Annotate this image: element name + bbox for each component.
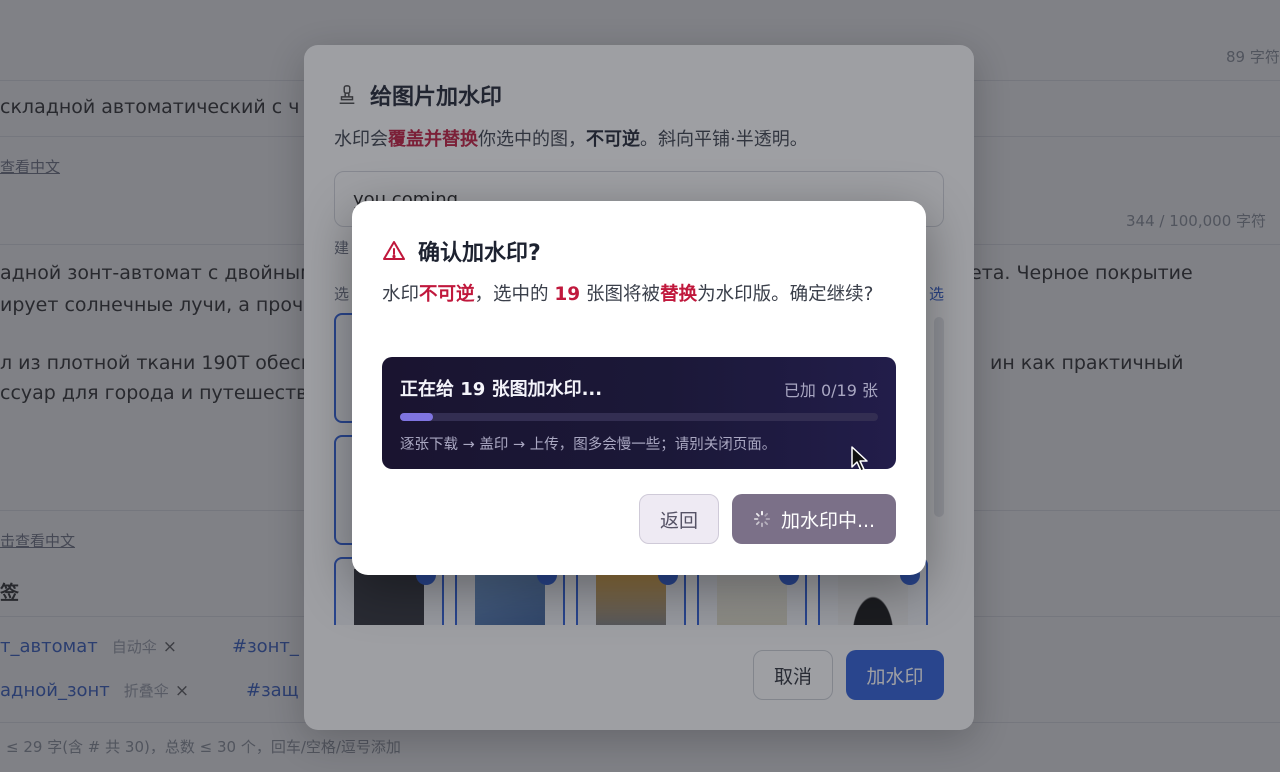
progress-note: 逐张下载 → 盖印 → 上传，图多会慢一些；请别关闭页面。	[400, 437, 777, 453]
confirm-message: 水印不可逆，选中的 19 张图将被替换为水印版。确定继续?	[382, 284, 874, 305]
confirm-dialog: 确认加水印? 水印不可逆，选中的 19 张图将被替换为水印版。确定继续? 正在给…	[352, 201, 926, 575]
progress-panel: 正在给 19 张图加水印... 已加 0/19 张 逐张下载 → 盖印 → 上传…	[382, 357, 896, 472]
progress-count: 已加 0/19 张	[783, 381, 878, 400]
warning-icon	[383, 241, 405, 260]
spinner-icon	[753, 510, 771, 528]
back-button[interactable]: 返回	[639, 494, 719, 544]
progress-bar	[400, 413, 878, 421]
progress-title: 正在给 19 张图加水印...	[400, 379, 603, 400]
watermarking-button[interactable]: 加水印中...	[732, 494, 896, 544]
confirm-title: 确认加水印?	[382, 235, 541, 267]
watermarking-label: 加水印中...	[780, 509, 876, 532]
mouse-cursor-icon	[851, 446, 868, 472]
progress-bar-fill	[400, 413, 434, 421]
